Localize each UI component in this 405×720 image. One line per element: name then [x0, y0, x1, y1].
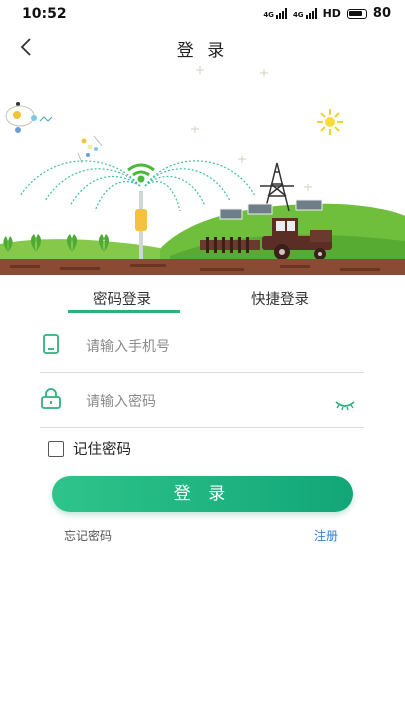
farm-illustration	[0, 66, 405, 280]
tab-password-login[interactable]: 密码登录	[93, 288, 151, 309]
signal-1-icon: 4G	[263, 8, 287, 19]
network-1-label: 4G	[263, 11, 274, 19]
password-input[interactable]: 请输入密码	[86, 391, 156, 411]
login-tabs: 密码登录 快捷登录	[0, 282, 405, 314]
signal-2-icon: 4G	[293, 8, 317, 19]
tab-quick-login[interactable]: 快捷登录	[251, 288, 309, 309]
status-bar: 10:52 4G 4G HD 80	[0, 0, 405, 28]
remember-password[interactable]: 记住密码	[48, 438, 131, 459]
network-2-label: 4G	[292, 11, 304, 19]
battery-level: 80	[372, 6, 391, 21]
login-button[interactable]: 登 录	[52, 476, 353, 512]
sun-icon	[317, 109, 343, 135]
wifi-icon	[127, 163, 155, 183]
eye-closed-icon[interactable]	[334, 397, 356, 411]
hd-label: HD	[322, 7, 341, 20]
page-title: 登 录	[176, 41, 229, 61]
password-field[interactable]: 请输入密码	[40, 373, 364, 428]
phone-icon	[40, 333, 62, 355]
active-tab-indicator	[68, 310, 180, 313]
status-icons: 4G 4G HD 80	[263, 6, 391, 21]
battery-icon	[346, 8, 367, 19]
remember-checkbox[interactable]	[48, 440, 64, 457]
forgot-password-link[interactable]: 忘记密码	[64, 527, 112, 544]
lock-icon	[40, 388, 62, 410]
nav-bar: 登 录	[0, 28, 405, 66]
phone-field[interactable]: 请输入手机号	[40, 318, 364, 373]
phone-input[interactable]: 请输入手机号	[86, 336, 170, 356]
register-link[interactable]: 注册	[314, 527, 338, 544]
status-time: 10:52	[22, 6, 67, 22]
remember-label: 记住密码	[73, 442, 131, 458]
